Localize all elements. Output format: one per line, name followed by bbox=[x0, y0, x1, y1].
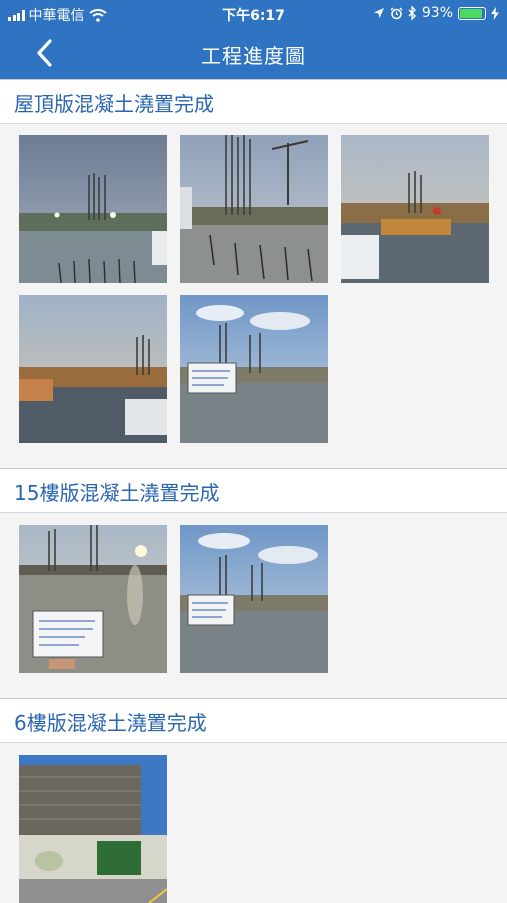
progress-photo[interactable] bbox=[341, 135, 489, 283]
section-header: 6樓版混凝土澆置完成 bbox=[0, 698, 507, 743]
progress-photo[interactable] bbox=[19, 525, 167, 673]
progress-photo[interactable] bbox=[19, 755, 167, 903]
battery-percent: 93% bbox=[421, 5, 453, 21]
page-title: 工程進度圖 bbox=[201, 44, 306, 68]
progress-photo[interactable] bbox=[180, 295, 328, 443]
progress-photo[interactable] bbox=[180, 135, 328, 283]
progress-photo[interactable] bbox=[19, 295, 167, 443]
section-title: 6樓版混凝土澆置完成 bbox=[14, 711, 207, 735]
charging-bolt-icon bbox=[491, 6, 499, 20]
bluetooth-icon bbox=[408, 6, 416, 20]
progress-photo[interactable] bbox=[19, 135, 167, 283]
progress-photo[interactable] bbox=[180, 525, 328, 673]
section-title: 屋頂版混凝土澆置完成 bbox=[14, 92, 214, 116]
section-header: 15樓版混凝土澆置完成 bbox=[0, 468, 507, 513]
alarm-clock-icon bbox=[390, 7, 403, 19]
status-bar: 中華電信 下午6:17 93% bbox=[0, 0, 507, 28]
navigation-bar: 工程進度圖 bbox=[0, 28, 507, 79]
battery-icon bbox=[458, 6, 486, 20]
location-arrow-icon bbox=[373, 8, 384, 18]
section-title: 15樓版混凝土澆置完成 bbox=[14, 481, 220, 505]
status-right-group: 93% bbox=[373, 5, 499, 21]
section-header: 屋頂版混凝土澆置完成 bbox=[0, 79, 507, 124]
